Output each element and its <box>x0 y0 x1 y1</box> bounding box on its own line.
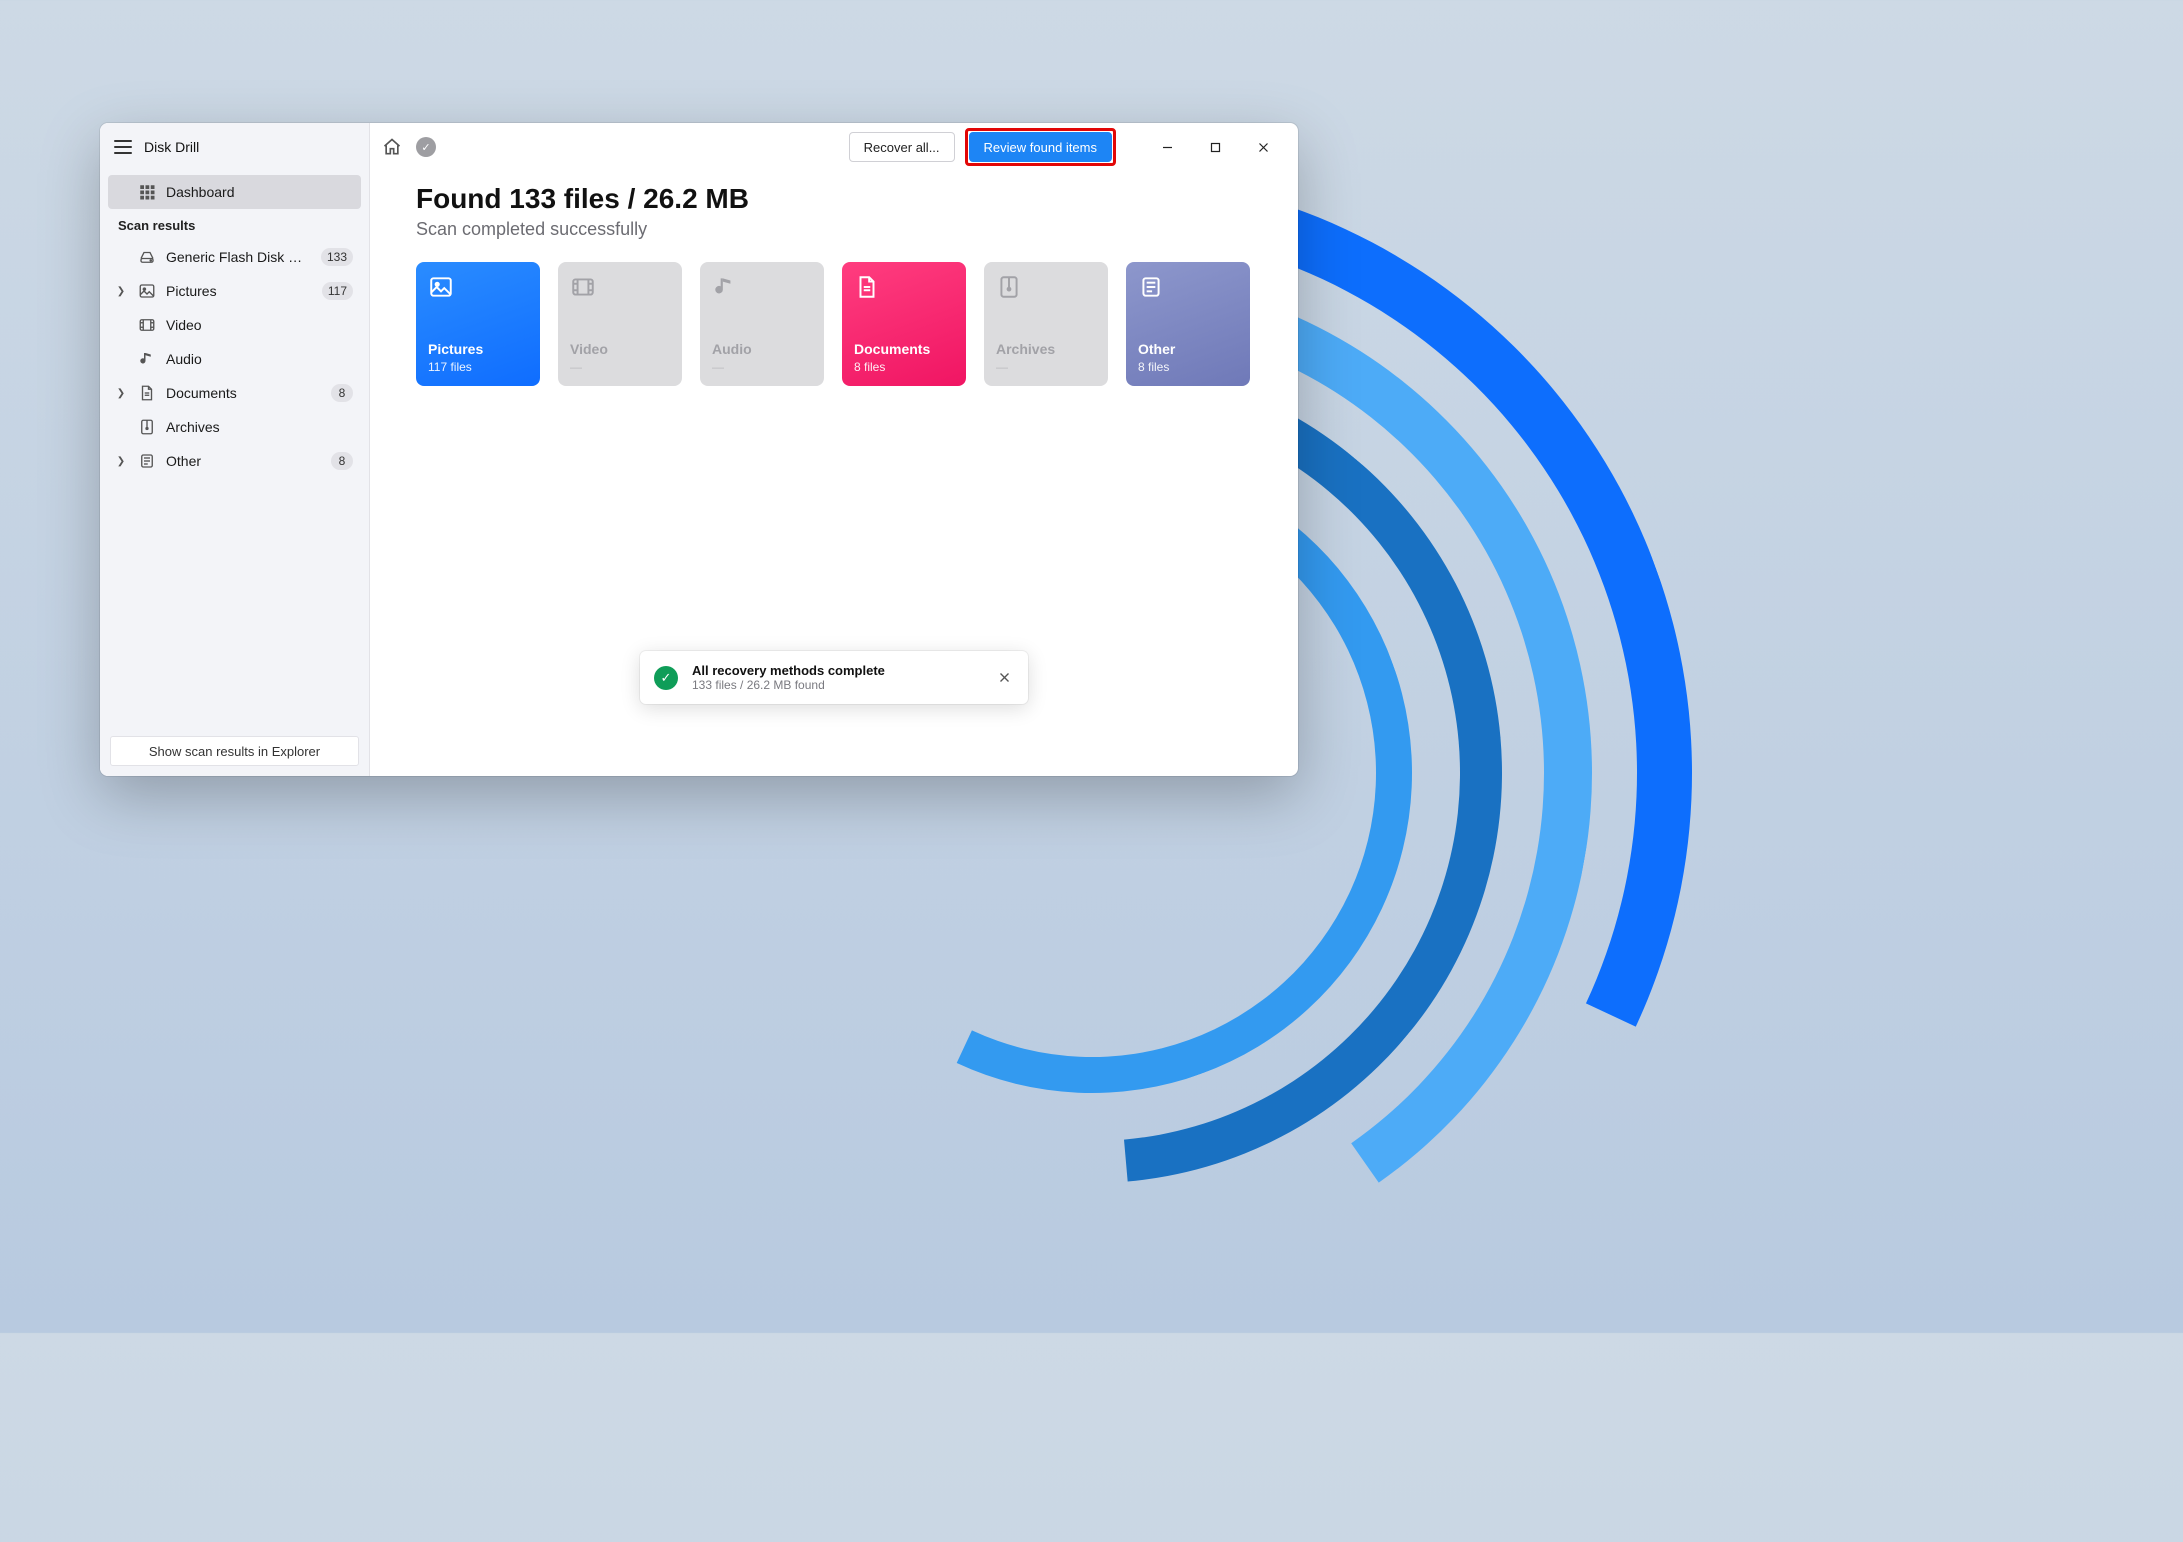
chevron-right-icon: ❯ <box>114 456 128 467</box>
show-in-explorer-button[interactable]: Show scan results in Explorer <box>110 736 359 766</box>
sidebar-nav: Dashboard Scan results ❯ Generic Flash Di… <box>100 171 369 478</box>
recover-all-button[interactable]: Recover all... <box>849 132 955 162</box>
subhead: Scan completed successfully <box>416 219 1252 240</box>
archive-icon <box>996 274 1022 300</box>
card-subtitle: 8 files <box>1138 360 1238 374</box>
video-icon <box>138 316 156 334</box>
audio-icon <box>138 350 156 368</box>
card-title: Archives <box>996 341 1096 357</box>
document-icon <box>854 274 880 300</box>
archive-icon <box>138 418 156 436</box>
card-title: Audio <box>712 341 812 357</box>
disk-drill-window: Disk Drill Dashboard Scan results ❯ Gener… <box>100 123 1298 776</box>
sidebar-item-label: Generic Flash Disk USB... <box>166 249 311 265</box>
category-cards: Pictures 117 files Video — Audio — Documents 8 … <box>416 262 1252 386</box>
count-badge: 133 <box>321 248 353 266</box>
sidebar-item-label: Video <box>166 317 353 333</box>
category-card-other[interactable]: Other 8 files <box>1126 262 1250 386</box>
content-area: Found 133 files / 26.2 MB Scan completed… <box>370 171 1298 386</box>
window-close-button[interactable] <box>1240 132 1286 162</box>
grid-icon <box>138 183 156 201</box>
card-title: Other <box>1138 341 1238 357</box>
category-card-documents[interactable]: Documents 8 files <box>842 262 966 386</box>
nav-dashboard-label: Dashboard <box>166 184 353 200</box>
review-found-items-button[interactable]: Review found items <box>969 132 1112 162</box>
status-check-icon[interactable]: ✓ <box>416 137 436 157</box>
other-icon <box>138 452 156 470</box>
video-icon <box>570 274 596 300</box>
toast-title: All recovery methods complete <box>692 663 980 678</box>
chevron-right-icon: ❯ <box>114 286 128 297</box>
count-badge: 8 <box>331 452 353 470</box>
count-badge: 117 <box>322 282 353 300</box>
drive-icon <box>138 248 156 266</box>
window-minimize-button[interactable] <box>1144 132 1190 162</box>
sidebar-item-label: Other <box>166 453 321 469</box>
card-title: Documents <box>854 341 954 357</box>
card-title: Video <box>570 341 670 357</box>
document-icon <box>138 384 156 402</box>
card-subtitle: — <box>712 360 812 374</box>
picture-icon <box>138 282 156 300</box>
count-badge: 8 <box>331 384 353 402</box>
chevron-right-icon: ❯ <box>114 388 128 399</box>
audio-icon <box>712 274 738 300</box>
window-maximize-button[interactable] <box>1192 132 1238 162</box>
sidebar-item-picture[interactable]: ❯ Pictures 117 <box>108 274 361 308</box>
picture-icon <box>428 274 454 300</box>
nav-dashboard[interactable]: Dashboard <box>108 175 361 209</box>
toast-close-button[interactable] <box>994 668 1014 688</box>
card-title: Pictures <box>428 341 528 357</box>
card-subtitle: 117 files <box>428 360 528 374</box>
headline: Found 133 files / 26.2 MB <box>416 183 1252 215</box>
sidebar-footer: Show scan results in Explorer <box>100 726 369 776</box>
topbar: ✓ Recover all... Review found items <box>370 123 1298 171</box>
category-card-archives: Archives — <box>984 262 1108 386</box>
completion-toast: ✓ All recovery methods complete 133 file… <box>640 651 1028 704</box>
sidebar-item-other[interactable]: ❯ Other 8 <box>108 444 361 478</box>
card-subtitle: — <box>996 360 1096 374</box>
other-icon <box>1138 274 1164 300</box>
sidebar-item-archive[interactable]: ❯Archives <box>108 410 361 444</box>
check-circle-icon: ✓ <box>654 666 678 690</box>
category-card-video: Video — <box>558 262 682 386</box>
category-card-pictures[interactable]: Pictures 117 files <box>416 262 540 386</box>
toast-sub: 133 files / 26.2 MB found <box>692 678 980 692</box>
home-icon[interactable] <box>382 137 402 157</box>
sidebar-item-document[interactable]: ❯ Documents 8 <box>108 376 361 410</box>
sidebar-item-label: Audio <box>166 351 353 367</box>
sidebar-item-label: Archives <box>166 419 353 435</box>
sidebar-item-drive[interactable]: ❯Generic Flash Disk USB...133 <box>108 240 361 274</box>
scan-results-section-label: Scan results <box>108 210 361 239</box>
sidebar-header: Disk Drill <box>100 123 369 171</box>
card-subtitle: — <box>570 360 670 374</box>
sidebar-item-label: Documents <box>166 385 321 401</box>
category-card-audio: Audio — <box>700 262 824 386</box>
sidebar: Disk Drill Dashboard Scan results ❯ Gener… <box>100 123 370 776</box>
main-pane: ✓ Recover all... Review found items Foun… <box>370 123 1298 776</box>
app-title: Disk Drill <box>144 139 199 155</box>
hamburger-menu-icon[interactable] <box>114 140 132 154</box>
window-controls <box>1144 132 1286 162</box>
card-subtitle: 8 files <box>854 360 954 374</box>
sidebar-item-audio[interactable]: ❯Audio <box>108 342 361 376</box>
sidebar-item-label: Pictures <box>166 283 312 299</box>
sidebar-item-video[interactable]: ❯Video <box>108 308 361 342</box>
annotation-highlight: Review found items <box>965 128 1116 166</box>
